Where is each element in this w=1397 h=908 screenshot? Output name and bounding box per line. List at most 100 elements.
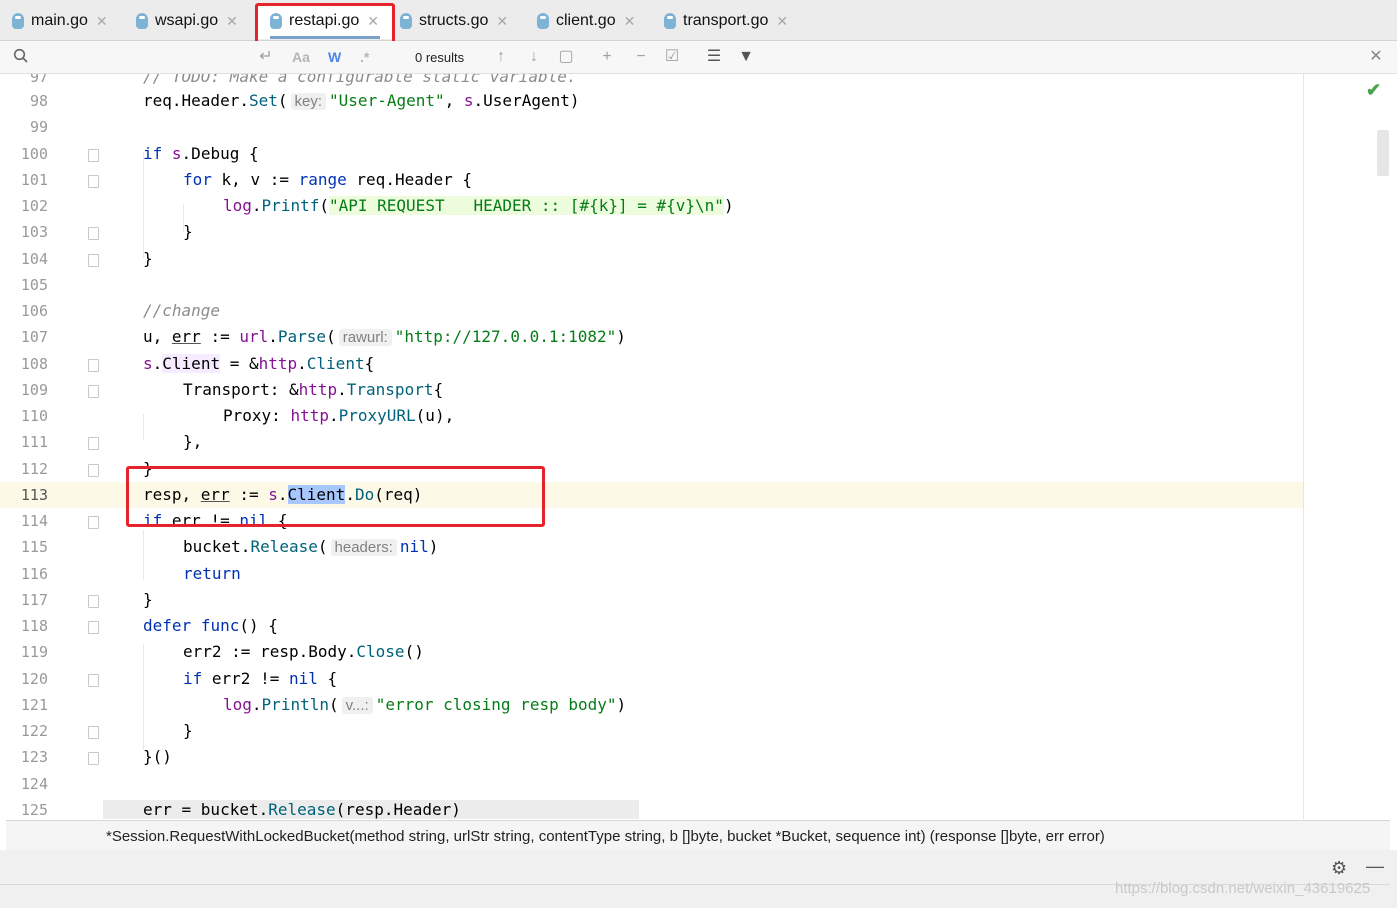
- fold-marker-icon[interactable]: [88, 726, 99, 739]
- go-file-icon: [270, 13, 282, 29]
- line-number: 107: [20, 328, 48, 346]
- param-hint: key:: [290, 93, 327, 110]
- fold-marker-icon[interactable]: [88, 752, 99, 765]
- code-text: },: [183, 432, 203, 451]
- close-icon[interactable]: ✕: [226, 13, 238, 30]
- tab-restapi-go[interactable]: restapi.go ✕: [256, 3, 394, 39]
- line-number: 101: [20, 171, 48, 189]
- line-number: 121: [20, 696, 48, 714]
- code-line: 117 }: [0, 587, 1304, 613]
- close-icon[interactable]: ✕: [496, 13, 508, 30]
- code-line: 105: [0, 272, 1304, 298]
- close-icon[interactable]: ✕: [96, 13, 108, 30]
- go-file-icon: [400, 13, 412, 29]
- code-text: for k, v := range req.Header {: [183, 170, 473, 189]
- code-text: req.Header.Set(key: "User-Agent", s.UserA…: [143, 91, 580, 110]
- tab-structs-go[interactable]: structs.go ✕: [400, 3, 508, 39]
- line-number: 115: [20, 538, 48, 556]
- param-hint: v...:: [341, 697, 373, 714]
- code-line: 120 if err2 != nil {: [0, 666, 1304, 692]
- words-toggle[interactable]: W: [328, 49, 341, 65]
- fold-marker-icon[interactable]: [88, 359, 99, 372]
- close-search-icon[interactable]: ✕: [1366, 47, 1386, 67]
- remove-occurrence-icon[interactable]: −: [631, 47, 651, 67]
- code-text: // TODO: Make a configurable static vari…: [143, 74, 577, 86]
- code-text: s.Client = &http.Client{: [143, 354, 375, 373]
- tab-label: transport.go: [683, 12, 769, 29]
- fold-marker-icon[interactable]: [88, 385, 99, 398]
- tab-transport-go[interactable]: transport.go ✕: [664, 3, 788, 39]
- fold-marker-icon[interactable]: [88, 175, 99, 188]
- tab-label: main.go: [31, 12, 88, 29]
- select-all-occurrences-icon[interactable]: ▢: [556, 47, 576, 67]
- code-line: 123 }(): [0, 744, 1304, 770]
- code-text: }(): [143, 747, 172, 766]
- bottom-panel: ⚙ — https://blog.csdn.net/weixin_4361962…: [0, 850, 1397, 908]
- tab-label: structs.go: [419, 12, 489, 29]
- code-line: 124: [0, 771, 1304, 797]
- fold-marker-icon[interactable]: [88, 516, 99, 529]
- code-text: }: [183, 222, 193, 241]
- match-case-toggle[interactable]: Aa: [292, 49, 310, 65]
- line-number: 120: [20, 670, 48, 688]
- code-text: }: [143, 249, 153, 268]
- fold-marker-icon[interactable]: [88, 227, 99, 240]
- line-number: 124: [20, 775, 48, 793]
- code-line: 116 return: [0, 561, 1304, 587]
- line-number: 97: [29, 74, 48, 86]
- checkmark-icon[interactable]: ✔: [1366, 80, 1381, 101]
- code-text: err2 := resp.Body.Close(): [183, 642, 424, 661]
- fold-marker-icon[interactable]: [88, 621, 99, 634]
- regex-toggle[interactable]: .*: [360, 49, 369, 65]
- minimize-icon[interactable]: —: [1366, 856, 1384, 877]
- vertical-scrollbar[interactable]: [1377, 130, 1389, 176]
- code-line: 99: [0, 114, 1304, 140]
- fold-marker-icon[interactable]: [88, 149, 99, 162]
- line-number: 108: [20, 355, 48, 373]
- select-all-icon[interactable]: ☑: [662, 47, 682, 67]
- next-occurrence-icon[interactable]: ↓: [524, 47, 544, 67]
- line-number: 110: [20, 407, 48, 425]
- function-signature[interactable]: *Session.RequestWithLockedBucket(method …: [106, 828, 1105, 845]
- go-file-icon: [12, 13, 24, 29]
- close-icon[interactable]: ✕: [776, 13, 788, 30]
- gear-icon[interactable]: ⚙: [1331, 858, 1347, 879]
- add-occurrence-icon[interactable]: +: [597, 47, 617, 67]
- code-line: 109 Transport: &http.Transport{: [0, 377, 1304, 403]
- filter-icon[interactable]: ▼: [736, 47, 756, 67]
- search-input[interactable]: [34, 46, 258, 68]
- close-icon[interactable]: ✕: [367, 13, 379, 30]
- tab-wsapi-go[interactable]: wsapi.go ✕: [136, 3, 238, 39]
- tab-client-go[interactable]: client.go ✕: [537, 3, 635, 39]
- code-line: 119 err2 := resp.Body.Close(): [0, 639, 1304, 665]
- close-icon[interactable]: ✕: [624, 13, 636, 30]
- line-number: 103: [20, 223, 48, 241]
- code-text: resp, err := s.Client.Do(req): [143, 485, 423, 504]
- code-line: 115 bucket.Release(headers: nil): [0, 534, 1304, 560]
- line-number: 125: [20, 801, 48, 819]
- code-line: 111 },: [0, 429, 1304, 455]
- tab-main-go[interactable]: main.go ✕: [12, 3, 108, 39]
- tab-label: wsapi.go: [155, 12, 219, 29]
- code-line: 112 }: [0, 456, 1304, 482]
- filter-lines-icon[interactable]: ☰: [704, 47, 724, 67]
- previous-occurrence-icon[interactable]: ↑: [491, 47, 511, 67]
- line-number: 102: [20, 197, 48, 215]
- fold-marker-icon[interactable]: [88, 437, 99, 450]
- line-number: 112: [20, 460, 48, 478]
- code-text: defer func() {: [143, 616, 278, 635]
- fold-marker-icon[interactable]: [88, 674, 99, 687]
- line-number: 123: [20, 748, 48, 766]
- tab-label: client.go: [556, 12, 616, 29]
- fold-marker-icon[interactable]: [88, 464, 99, 477]
- code-text: log.Printf("API REQUEST HEADER :: [#{k}]…: [223, 196, 734, 215]
- code-line: 103 }: [0, 219, 1304, 245]
- fold-marker-icon[interactable]: [88, 595, 99, 608]
- code-text: err = bucket.Release(resp.Header): [103, 800, 639, 819]
- fold-marker-icon[interactable]: [88, 254, 99, 267]
- search-icon[interactable]: [13, 48, 29, 64]
- code-editor[interactable]: 97 // TODO: Make a configurable static v…: [0, 74, 1397, 819]
- code-text: u, err := url.Parse(rawurl: "http://127.0…: [143, 327, 626, 346]
- editor-tab-bar: main.go ✕ wsapi.go ✕ restapi.go ✕ struct…: [0, 0, 1397, 41]
- enter-icon[interactable]: ↵: [256, 47, 276, 67]
